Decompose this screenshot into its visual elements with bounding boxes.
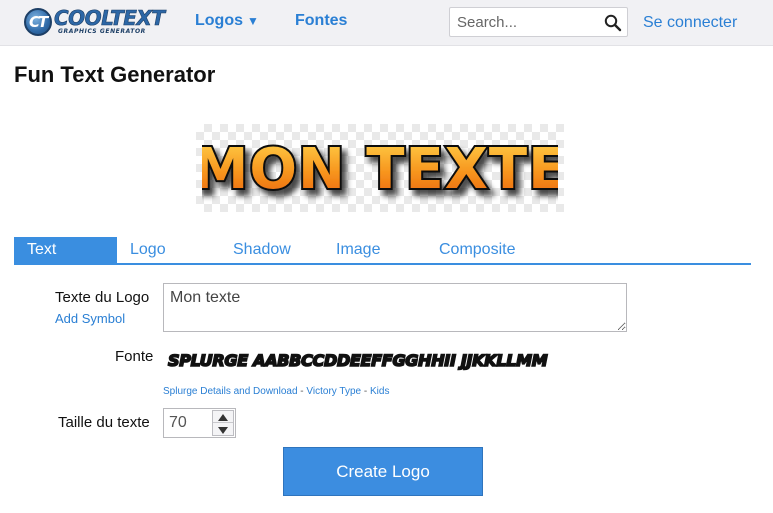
- chevron-up-icon[interactable]: [213, 411, 233, 423]
- logo-text-field[interactable]: Mon texte: [163, 283, 627, 332]
- font-label: Fonte: [115, 348, 154, 365]
- preview-text: MON TEXTE: [202, 137, 558, 202]
- search-box: [449, 7, 628, 37]
- add-symbol-link[interactable]: Add Symbol: [55, 311, 125, 326]
- chevron-down-icon[interactable]: [213, 423, 233, 435]
- font-foundry-link[interactable]: Victory Type: [306, 386, 361, 397]
- nav-logos-label: Logos: [195, 12, 243, 29]
- tab-shadow[interactable]: Shadow: [233, 237, 291, 263]
- search-icon[interactable]: [603, 13, 623, 33]
- font-links: Splurge Details and Download - Victory T…: [163, 386, 389, 397]
- nav-fontes-link[interactable]: Fontes: [295, 12, 347, 30]
- font-details-link[interactable]: Splurge Details and Download: [163, 386, 298, 397]
- logo-wordmark: COOLTEXT: [54, 6, 166, 31]
- preview-logo-image: MON TEXTE: [202, 135, 558, 204]
- text-size-stepper: [163, 408, 236, 438]
- text-size-label: Taille du texte: [58, 414, 150, 431]
- page-title: Fun Text Generator: [14, 62, 216, 87]
- search-input[interactable]: [450, 8, 600, 36]
- create-logo-button[interactable]: Create Logo: [283, 447, 483, 496]
- font-sample-text: SPLURGE AABBCCDDEEFFGGHHII JJKKLLMM: [168, 351, 548, 370]
- cooltext-logo[interactable]: CT COOLTEXT GRAPHICS GENERATOR: [24, 6, 166, 38]
- text-size-input[interactable]: [164, 409, 212, 437]
- logo-preview: MON TEXTE: [196, 124, 564, 212]
- font-sample-image[interactable]: SPLURGE AABBCCDDEEFFGGHHII JJKKLLMM: [166, 344, 586, 374]
- nav-logos-dropdown[interactable]: Logos ▼: [195, 12, 259, 30]
- font-category-link[interactable]: Kids: [370, 386, 389, 397]
- editor-tabs: Text Logo Shadow Image Composite: [14, 237, 751, 265]
- stepper-buttons: [212, 410, 234, 436]
- font-links-separator: -: [361, 386, 370, 397]
- tab-composite[interactable]: Composite: [439, 237, 515, 263]
- logo-badge-icon: CT: [24, 8, 52, 36]
- logo-text-label: Texte du Logo: [55, 289, 150, 306]
- top-navbar: CT COOLTEXT GRAPHICS GENERATOR Logos ▼ Fo…: [0, 0, 773, 46]
- tab-image[interactable]: Image: [336, 237, 380, 263]
- tab-logo[interactable]: Logo: [130, 237, 166, 263]
- caret-down-icon: ▼: [247, 14, 259, 28]
- signin-link[interactable]: Se connecter: [643, 14, 737, 32]
- logo-tagline: GRAPHICS GENERATOR: [58, 28, 146, 35]
- tab-text[interactable]: Text: [14, 237, 117, 263]
